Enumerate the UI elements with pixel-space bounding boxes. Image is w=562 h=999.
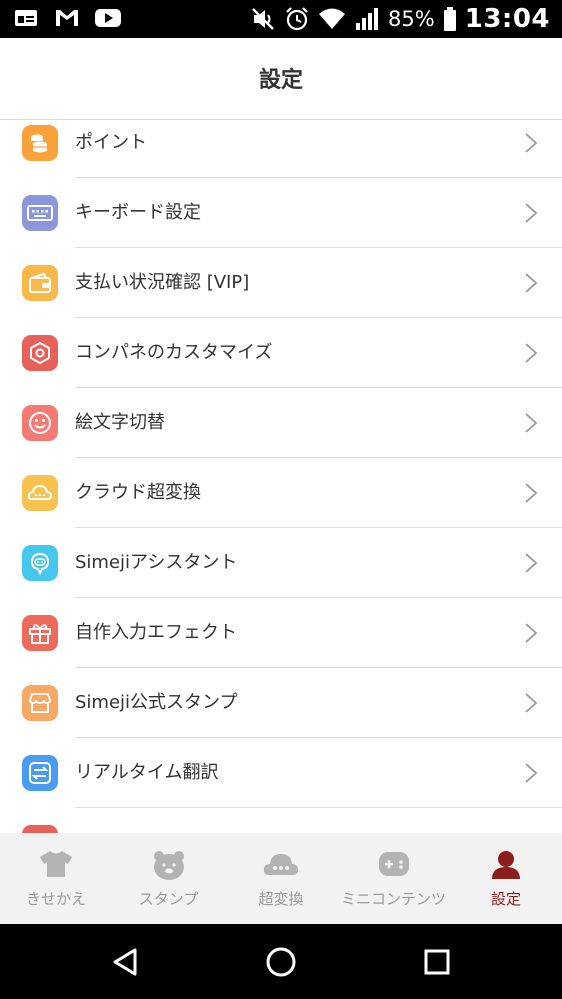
app-header: 設定 <box>0 38 562 120</box>
coin-stack-icon <box>22 125 58 161</box>
status-left <box>14 7 122 29</box>
menu-item-points[interactable]: ポイント <box>0 120 562 178</box>
translate-icon <box>22 755 58 791</box>
alarm-icon <box>286 7 308 31</box>
battery-percent: 85% <box>388 7 435 31</box>
tab-themes[interactable]: きせかえ <box>0 833 112 924</box>
menu-item-label: 絵文字切替 <box>75 412 165 433</box>
sim-card-icon <box>15 10 37 26</box>
chevron-right-icon <box>525 623 538 643</box>
home-icon[interactable] <box>261 942 301 982</box>
menu-item-label: Simeji公式スタンプ <box>75 692 238 713</box>
keyboard-icon <box>22 195 58 231</box>
youtube-icon <box>95 9 121 27</box>
menu-item-label: コンパネのカスタマイズ <box>75 342 273 363</box>
menu-item-cloud-conversion[interactable]: クラウド超変換 <box>0 458 562 528</box>
menu-item-realtime-translation[interactable]: リアルタイム翻訳 <box>0 738 562 808</box>
wallet-icon <box>22 265 58 301</box>
cloud-icon <box>22 475 58 511</box>
chevron-right-icon <box>525 133 538 153</box>
settings-list[interactable]: ポイント キーボード設定 支払い状況確認 [VIP] コンパネのカスタマイズ 絵… <box>0 120 562 833</box>
menu-item-simeji-assistant[interactable]: Simejiアシスタント <box>0 528 562 598</box>
menu-item-control-panel-customize[interactable]: コンパネのカスタマイズ <box>0 318 562 388</box>
tab-label: きせかえ <box>25 890 86 908</box>
status-right: 85% 13:04 <box>250 4 550 34</box>
menu-item-custom-input-effect[interactable]: 自作入力エフェクト <box>0 598 562 668</box>
tab-label: ミニコンテンツ <box>340 890 446 908</box>
signal-icon <box>356 8 379 30</box>
partial-icon <box>22 825 58 833</box>
shop-icon <box>22 685 58 721</box>
smiley-icon <box>22 405 58 441</box>
bear-icon <box>153 851 184 880</box>
menu-item-official-stamps[interactable]: Simeji公式スタンプ <box>0 668 562 738</box>
chevron-right-icon <box>525 553 538 573</box>
tab-label: 超変換 <box>258 890 304 908</box>
menu-item-next-partial[interactable] <box>0 808 562 833</box>
cloud-icon <box>263 854 298 875</box>
chevron-right-icon <box>525 273 538 293</box>
menu-item-payment-status[interactable]: 支払い状況確認 [VIP] <box>0 248 562 318</box>
tab-label: スタンプ <box>138 890 199 908</box>
menu-item-label: Simejiアシスタント <box>75 552 238 573</box>
person-icon <box>492 851 520 879</box>
robot-icon <box>22 545 58 581</box>
tab-settings[interactable]: 設定 <box>450 833 562 924</box>
gift-icon <box>22 615 58 651</box>
status-bar: 85% 13:04 <box>0 0 562 38</box>
chevron-right-icon <box>525 203 538 223</box>
tab-super-conversion[interactable]: 超変換 <box>225 833 337 924</box>
gamepad-icon <box>378 852 409 876</box>
tab-mini-contents[interactable]: ミニコンテンツ <box>337 833 450 924</box>
tshirt-icon <box>40 851 72 877</box>
tab-stamps[interactable]: スタンプ <box>112 833 225 924</box>
menu-item-label: クラウド超変換 <box>75 482 201 503</box>
mute-icon <box>252 8 274 30</box>
chevron-right-icon <box>525 413 538 433</box>
chevron-right-icon <box>525 693 538 713</box>
menu-item-keyboard-settings[interactable]: キーボード設定 <box>0 178 562 248</box>
page-title: 設定 <box>258 68 303 93</box>
hexagon-icon <box>22 335 58 371</box>
gmail-icon <box>56 10 78 26</box>
chevron-right-icon <box>525 763 538 783</box>
back-icon[interactable] <box>105 942 145 982</box>
bottom-tab-bar: きせかえ スタンプ 超変換 ミニコンテンツ 設定 <box>0 833 562 924</box>
menu-item-label: 自作入力エフェクト <box>75 622 237 643</box>
chevron-right-icon <box>525 343 538 363</box>
chevron-right-icon <box>525 483 538 503</box>
tab-label: 設定 <box>490 890 521 908</box>
menu-item-label: ポイント <box>75 132 147 153</box>
wifi-icon <box>319 8 346 29</box>
menu-item-label: リアルタイム翻訳 <box>75 762 219 783</box>
recents-icon[interactable] <box>417 942 457 982</box>
system-navigation-bar <box>0 924 562 999</box>
status-time: 13:04 <box>464 4 550 34</box>
menu-item-label: キーボード設定 <box>75 202 201 223</box>
menu-item-label: 支払い状況確認 [VIP] <box>75 272 250 293</box>
battery-icon <box>443 7 456 31</box>
menu-item-emoji-switch[interactable]: 絵文字切替 <box>0 388 562 458</box>
